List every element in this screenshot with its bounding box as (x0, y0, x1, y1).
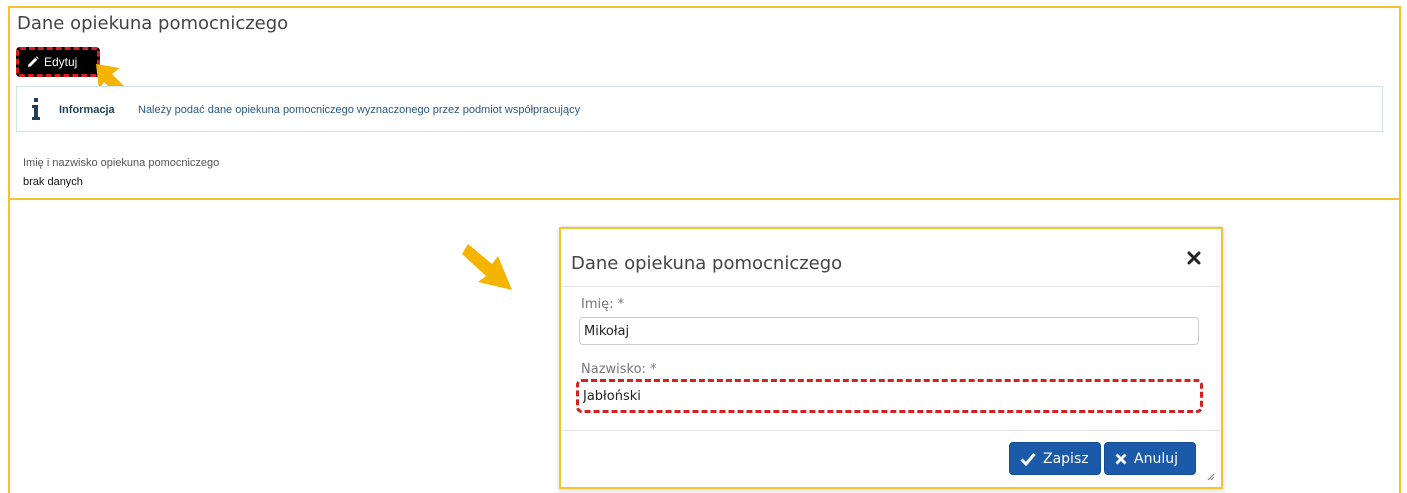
guardian-dialog: Dane opiekuna pomocniczego Imię: * Nazwi… (559, 227, 1223, 489)
dialog-title: Dane opiekuna pomocniczego (571, 253, 843, 274)
info-text: Należy podać dane opiekuna pomocniczego … (138, 104, 581, 116)
last-name-label: Nazwisko: * (581, 362, 657, 377)
info-box: Informacja Należy podać dane opiekuna po… (16, 86, 1383, 132)
cancel-button-label: Anuluj (1134, 450, 1178, 467)
dialog-footer: Zapisz Anuluj (561, 430, 1221, 487)
arrow-pointer-icon (462, 244, 512, 290)
save-button-label: Zapisz (1043, 450, 1089, 467)
cancel-button[interactable]: Anuluj (1104, 442, 1196, 475)
x-icon (1115, 453, 1127, 464)
dialog-header: Dane opiekuna pomocniczego (561, 237, 1221, 287)
close-icon[interactable] (1187, 251, 1201, 265)
edit-button[interactable]: Edytuj (16, 47, 100, 77)
edit-button-label: Edytuj (44, 55, 78, 69)
first-name-input[interactable] (579, 317, 1199, 345)
info-icon (32, 98, 40, 120)
resize-grip-icon[interactable] (1207, 473, 1215, 481)
pencil-icon (27, 56, 39, 68)
first-name-label: Imię: * (581, 297, 625, 312)
last-name-input[interactable] (576, 379, 1203, 413)
panel-title: Dane opiekuna pomocniczego (17, 13, 289, 34)
guardian-name-value: brak danych (23, 176, 83, 188)
guardian-name-label: Imię i nazwisko opiekuna pomocniczego (23, 157, 220, 169)
info-label: Informacja (59, 104, 115, 116)
save-button[interactable]: Zapisz (1009, 442, 1101, 475)
check-icon (1020, 452, 1036, 466)
